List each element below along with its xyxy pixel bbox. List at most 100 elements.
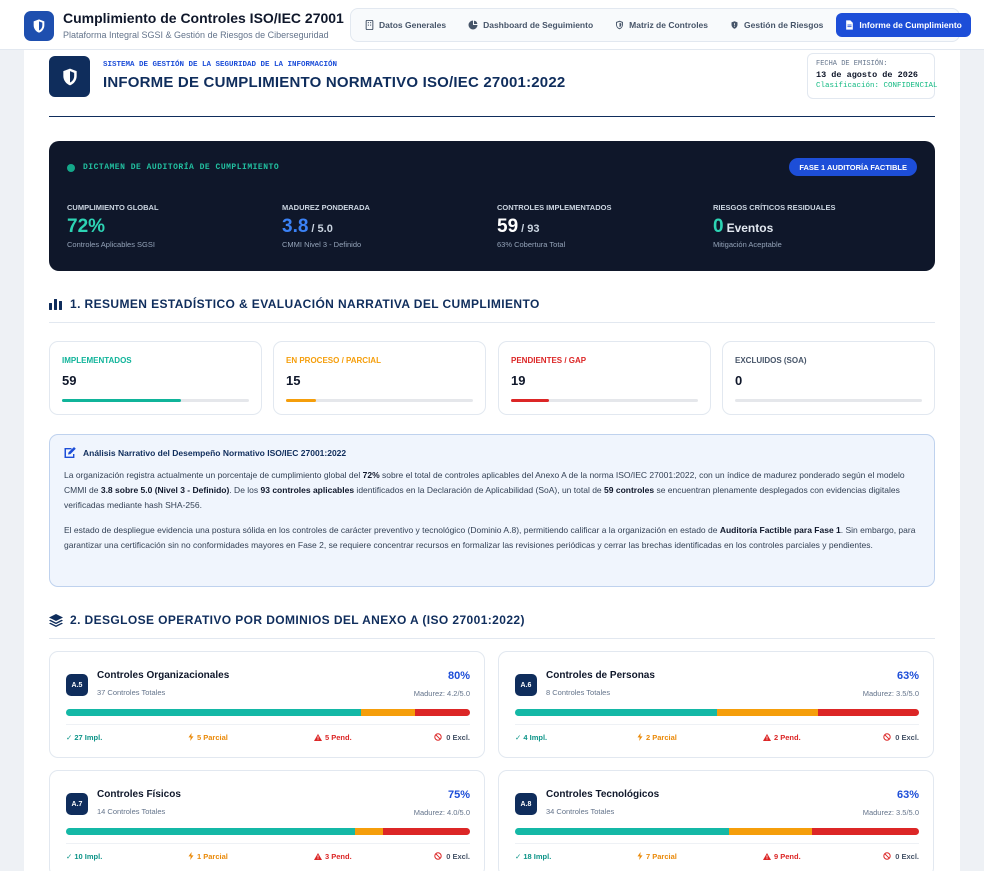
- verdict-title: DICTAMEN DE AUDITORÍA DE CUMPLIMIENTO: [83, 163, 280, 172]
- narrative-heading: Análisis Narrativo del Desempeño Normati…: [64, 447, 922, 458]
- stat-label: PENDIENTES / GAP: [511, 356, 587, 365]
- count-excluded: 0 Excl.: [434, 733, 470, 742]
- stat-progress-fill: [62, 399, 181, 402]
- warning-icon: [314, 734, 322, 741]
- stat-card-in-progress: EN PROCESO / PARCIAL 15: [273, 341, 486, 415]
- kpi-unit: / 93: [521, 223, 540, 235]
- kpi-implemented: CONTROLES IMPLEMENTADOS 59/ 93 63% Cober…: [497, 203, 697, 249]
- building-icon: [365, 20, 374, 30]
- section-1-title: 1. RESUMEN ESTADÍSTICO & EVALUACIÓN NARR…: [49, 297, 540, 311]
- tab-datos-generales[interactable]: Datos Generales: [356, 13, 455, 37]
- narrative-title: Análisis Narrativo del Desempeño Normati…: [83, 447, 347, 458]
- section-divider: [49, 322, 935, 323]
- stat-value: 19: [511, 373, 526, 388]
- kpi-number: 59: [497, 216, 519, 237]
- shield-icon: [616, 20, 624, 30]
- domain-name: Controles de Personas: [546, 670, 655, 681]
- bolt-icon: [637, 733, 643, 741]
- count-excluded: 0 Excl.: [883, 852, 919, 861]
- domain-maturity: Madurez: 4.0/5.0: [413, 808, 470, 817]
- bar-segment-partial: [360, 709, 416, 716]
- bar-segment-pending: [818, 709, 919, 716]
- warning-icon: [763, 734, 771, 741]
- tab-dashboard[interactable]: Dashboard de Seguimiento: [459, 13, 602, 37]
- domain-divider: [66, 724, 470, 725]
- bolt-icon: [637, 852, 643, 860]
- count-partial: 5 Parcial: [188, 733, 228, 742]
- bar-segment-implemented: [515, 709, 717, 716]
- kpi-unit: / 5.0: [311, 223, 333, 235]
- count-partial: 1 Parcial: [188, 852, 228, 861]
- tab-informe[interactable]: Informe de Cumplimiento: [836, 13, 971, 37]
- domain-total: 14 Controles Totales: [97, 807, 166, 816]
- count-pending: 5 Pend.: [314, 733, 352, 742]
- kpi-residual-risks: RIESGOS CRÍTICOS RESIDUALES 0 Eventos Mit…: [713, 203, 913, 249]
- emission-label: FECHA DE EMISIÓN:: [816, 60, 888, 68]
- stat-value: 59: [62, 373, 77, 388]
- kpi-value: 72%: [67, 216, 267, 238]
- count-pending: 9 Pend.: [763, 852, 801, 861]
- shield-alert-icon: [731, 21, 738, 29]
- status-dot-icon: [67, 163, 75, 172]
- domain-divider: [515, 724, 919, 725]
- tab-riesgos[interactable]: Gestión de Riesgos: [721, 13, 832, 37]
- top-bar: Cumplimiento de Controles ISO/IEC 27001 …: [0, 0, 984, 50]
- domain-name: Controles Físicos: [97, 789, 181, 800]
- layers-icon: [49, 613, 63, 627]
- kpi-number: 72%: [67, 216, 106, 237]
- narrative-emphasis: 3.8 sobre 5.0 (Nivel 3 - Definido): [100, 485, 230, 495]
- bar-segment-pending: [812, 828, 919, 835]
- domain-percent: 63%: [896, 789, 919, 801]
- domain-percent: 75%: [447, 789, 470, 801]
- domain-maturity: Madurez: 3.5/5.0: [862, 808, 919, 817]
- stat-progress-track: [62, 399, 249, 402]
- stat-progress-fill: [511, 399, 550, 402]
- count-implemented: ✓ 18 Impl.: [515, 852, 552, 861]
- narrative-emphasis: Auditoría Factible para Fase 1: [719, 525, 841, 535]
- ban-icon: [883, 852, 891, 860]
- bar-segment-partial: [717, 709, 818, 716]
- count-implemented: ✓ 10 Impl.: [66, 852, 103, 861]
- domain-card-a5: A.5 Controles Organizacionales 37 Controle…: [49, 651, 485, 758]
- narrative-text: . De los: [229, 485, 261, 495]
- stat-label: EN PROCESO / PARCIAL: [286, 356, 381, 365]
- edit-document-icon: [64, 447, 76, 458]
- bar-segment-partial: [728, 828, 813, 835]
- classification: Clasificación: CONFIDENCIAL: [816, 82, 938, 90]
- count-pending: 2 Pend.: [763, 733, 801, 742]
- main-nav: Datos Generales Dashboard de Seguimiento…: [350, 8, 971, 42]
- tab-label: Informe de Cumplimiento: [859, 20, 962, 30]
- count-implemented: ✓ 27 Impl.: [66, 733, 103, 742]
- kpi-maturity: MADUREZ PONDERADA 3.8/ 5.0 CMMI Nivel 3 …: [282, 203, 482, 249]
- bolt-icon: [188, 852, 194, 860]
- domain-code-badge: A.5: [66, 674, 88, 696]
- count-excluded: 0 Excl.: [883, 733, 919, 742]
- narrative-paragraph-1: La organización registra actualmente un …: [64, 468, 922, 513]
- stat-progress-track: [286, 399, 473, 402]
- section-title-text: 2. DESGLOSE OPERATIVO POR DOMINIOS DEL A…: [70, 613, 525, 627]
- section-title-text: 1. RESUMEN ESTADÍSTICO & EVALUACIÓN NARR…: [70, 297, 540, 311]
- domain-total: 37 Controles Totales: [97, 688, 166, 697]
- domain-name: Controles Tecnológicos: [546, 789, 660, 800]
- tab-label: Gestión de Riesgos: [744, 20, 824, 30]
- kpi-label: CUMPLIMIENTO GLOBAL: [67, 203, 159, 212]
- kpi-label: MADUREZ PONDERADA: [282, 203, 370, 212]
- bar-segment-pending: [383, 828, 470, 835]
- domain-code-badge: A.7: [66, 793, 88, 815]
- warning-icon: [763, 853, 771, 860]
- domain-percent: 80%: [447, 670, 470, 682]
- narrative-emphasis: 93 controles aplicables: [260, 485, 355, 495]
- kpi-value: 0 Eventos: [713, 216, 913, 238]
- ban-icon: [883, 733, 891, 741]
- domain-percent: 63%: [896, 670, 919, 682]
- phase-badge: FASE 1 AUDITORÍA FACTIBLE: [789, 158, 917, 176]
- report-kicker: SISTEMA DE GESTIÓN DE LA SEGURIDAD DE LA…: [103, 61, 338, 69]
- tab-matriz[interactable]: Matriz de Controles: [606, 13, 717, 37]
- report-page: SISTEMA DE GESTIÓN DE LA SEGURIDAD DE LA…: [24, 50, 960, 871]
- tab-label: Dashboard de Seguimiento: [483, 20, 594, 30]
- bar-segment-pending: [415, 709, 470, 716]
- bolt-icon: [188, 733, 194, 741]
- kpi-label: RIESGOS CRÍTICOS RESIDUALES: [713, 203, 836, 212]
- kpi-label: CONTROLES IMPLEMENTADOS: [497, 203, 612, 212]
- domain-maturity: Madurez: 3.5/5.0: [862, 689, 919, 698]
